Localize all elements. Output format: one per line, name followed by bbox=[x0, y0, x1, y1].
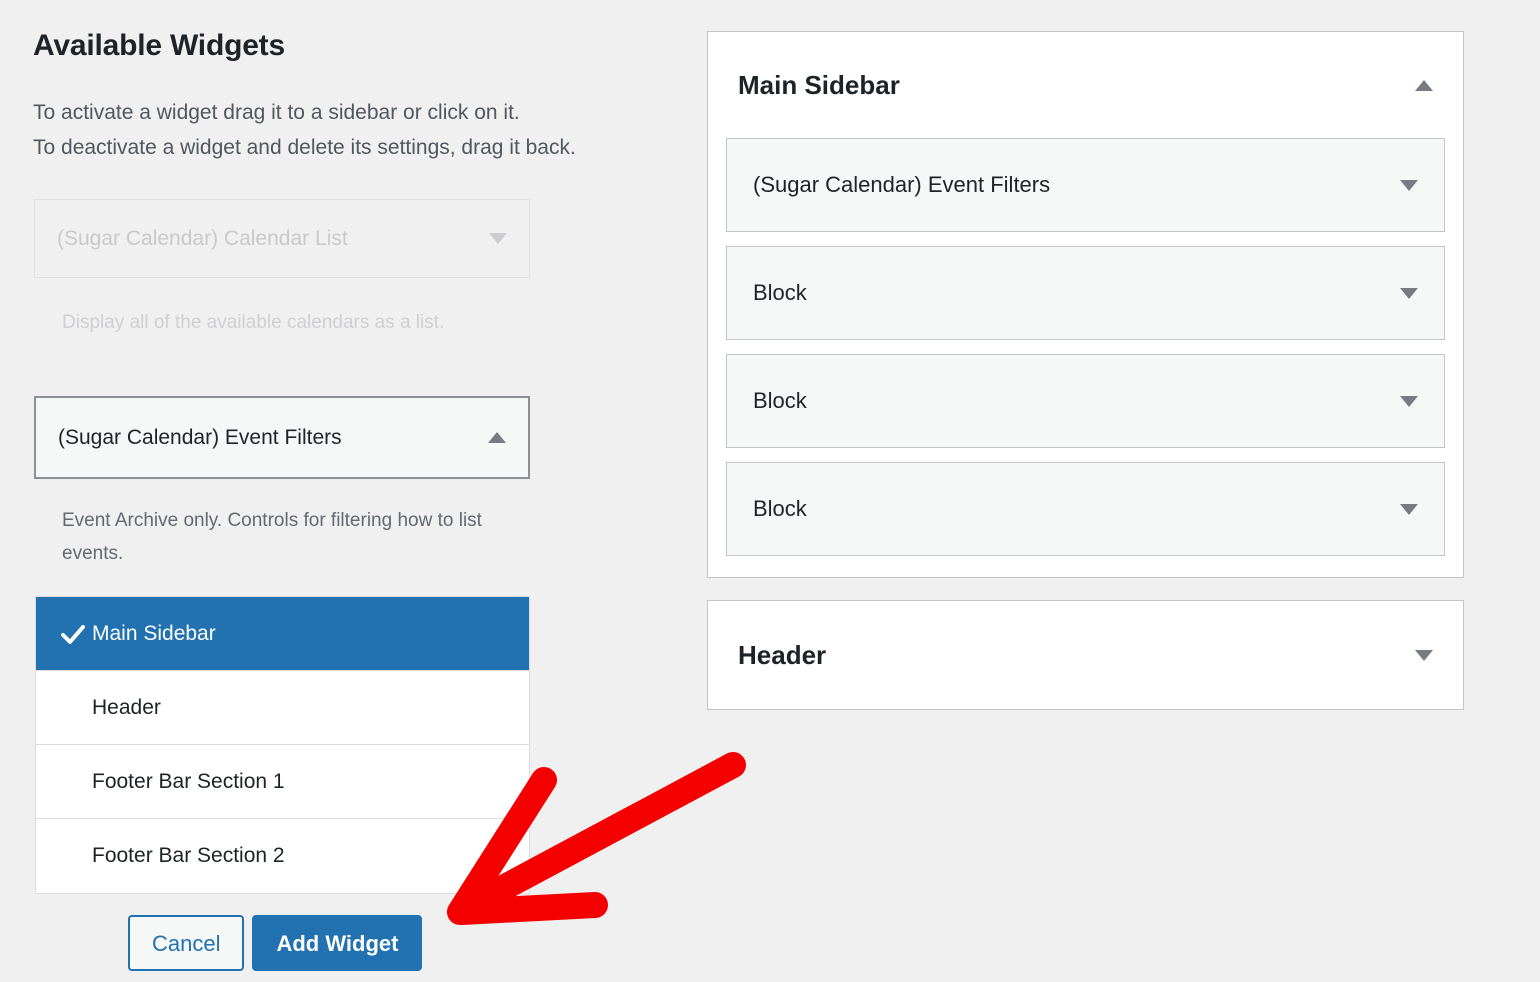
sidebar-option-label: Footer Bar Section 1 bbox=[92, 769, 285, 793]
placed-widget-block-1[interactable]: Block bbox=[726, 246, 1445, 340]
chevron-down-icon bbox=[489, 233, 507, 244]
placed-widget-label: Block bbox=[753, 280, 807, 305]
placed-widget-event-filters[interactable]: (Sugar Calendar) Event Filters bbox=[726, 138, 1445, 232]
available-widget-calendar-list-description: Display all of the available calendars a… bbox=[62, 312, 445, 333]
check-icon bbox=[61, 623, 85, 645]
sidebar-option-header[interactable]: Header bbox=[36, 671, 529, 745]
available-widget-calendar-list-label: (Sugar Calendar) Calendar List bbox=[57, 226, 348, 250]
chevron-up-icon[interactable] bbox=[1415, 79, 1433, 91]
add-widget-button[interactable]: Add Widget bbox=[252, 915, 423, 971]
sidebar-option-footer-bar-section-2[interactable]: Footer Bar Section 2 bbox=[36, 819, 529, 893]
sidebar-target-select[interactable]: Main Sidebar Header Footer Bar Section 1… bbox=[35, 596, 530, 894]
sidebar-panel-main-sidebar-title: Main Sidebar bbox=[738, 69, 900, 100]
sidebar-panel-main-sidebar-body: (Sugar Calendar) Event Filters Block Blo… bbox=[708, 138, 1463, 574]
sidebar-panel-header: Header bbox=[707, 600, 1464, 710]
sidebar-panel-header-title: Header bbox=[738, 639, 827, 670]
sidebar-option-label: Main Sidebar bbox=[92, 621, 216, 645]
sidebar-option-label: Footer Bar Section 2 bbox=[92, 844, 285, 867]
sidebar-panel-header-header[interactable]: Header bbox=[708, 601, 1463, 709]
page-title: Available Widgets bbox=[33, 29, 285, 62]
sidebar-option-footer-bar-section-1[interactable]: Footer Bar Section 1 bbox=[36, 745, 529, 819]
placed-widget-block-3[interactable]: Block bbox=[726, 462, 1445, 556]
placed-widget-label: (Sugar Calendar) Event Filters bbox=[753, 172, 1051, 197]
available-widget-event-filters[interactable]: (Sugar Calendar) Event Filters bbox=[34, 396, 530, 479]
chevron-down-icon[interactable] bbox=[1400, 179, 1418, 191]
available-widget-event-filters-description: Event Archive only. Controls for filteri… bbox=[62, 510, 482, 564]
widgets-admin-screen: Available Widgets To activate a widget d… bbox=[0, 0, 1540, 982]
chevron-down-icon[interactable] bbox=[1400, 395, 1418, 407]
chevron-up-icon bbox=[488, 432, 506, 443]
cancel-button[interactable]: Cancel bbox=[128, 915, 245, 971]
placed-widget-block-2[interactable]: Block bbox=[726, 354, 1445, 448]
sidebar-panel-main-sidebar-header[interactable]: Main Sidebar bbox=[708, 32, 1463, 138]
available-widget-event-filters-label: (Sugar Calendar) Event Filters bbox=[58, 425, 342, 449]
intro-line-2: To deactivate a widget and delete its se… bbox=[33, 136, 576, 159]
placed-widget-label: Block bbox=[753, 388, 807, 413]
intro-text: To activate a widget drag it to a sideba… bbox=[33, 95, 576, 165]
available-widgets-column: Available Widgets To activate a widget d… bbox=[0, 0, 700, 982]
sidebar-panel-main-sidebar: Main Sidebar (Sugar Calendar) Event Filt… bbox=[707, 31, 1464, 578]
widget-action-buttons: Cancel Add Widget bbox=[128, 915, 423, 971]
placed-widget-label: Block bbox=[753, 496, 807, 521]
sidebar-option-label: Header bbox=[92, 695, 161, 719]
chevron-down-icon[interactable] bbox=[1400, 287, 1418, 299]
sidebar-option-main-sidebar[interactable]: Main Sidebar bbox=[36, 597, 529, 671]
available-widget-calendar-list[interactable]: (Sugar Calendar) Calendar List bbox=[34, 199, 530, 278]
chevron-down-icon[interactable] bbox=[1400, 503, 1418, 515]
intro-line-1: To activate a widget drag it to a sideba… bbox=[33, 101, 520, 124]
chevron-down-icon[interactable] bbox=[1415, 649, 1433, 661]
